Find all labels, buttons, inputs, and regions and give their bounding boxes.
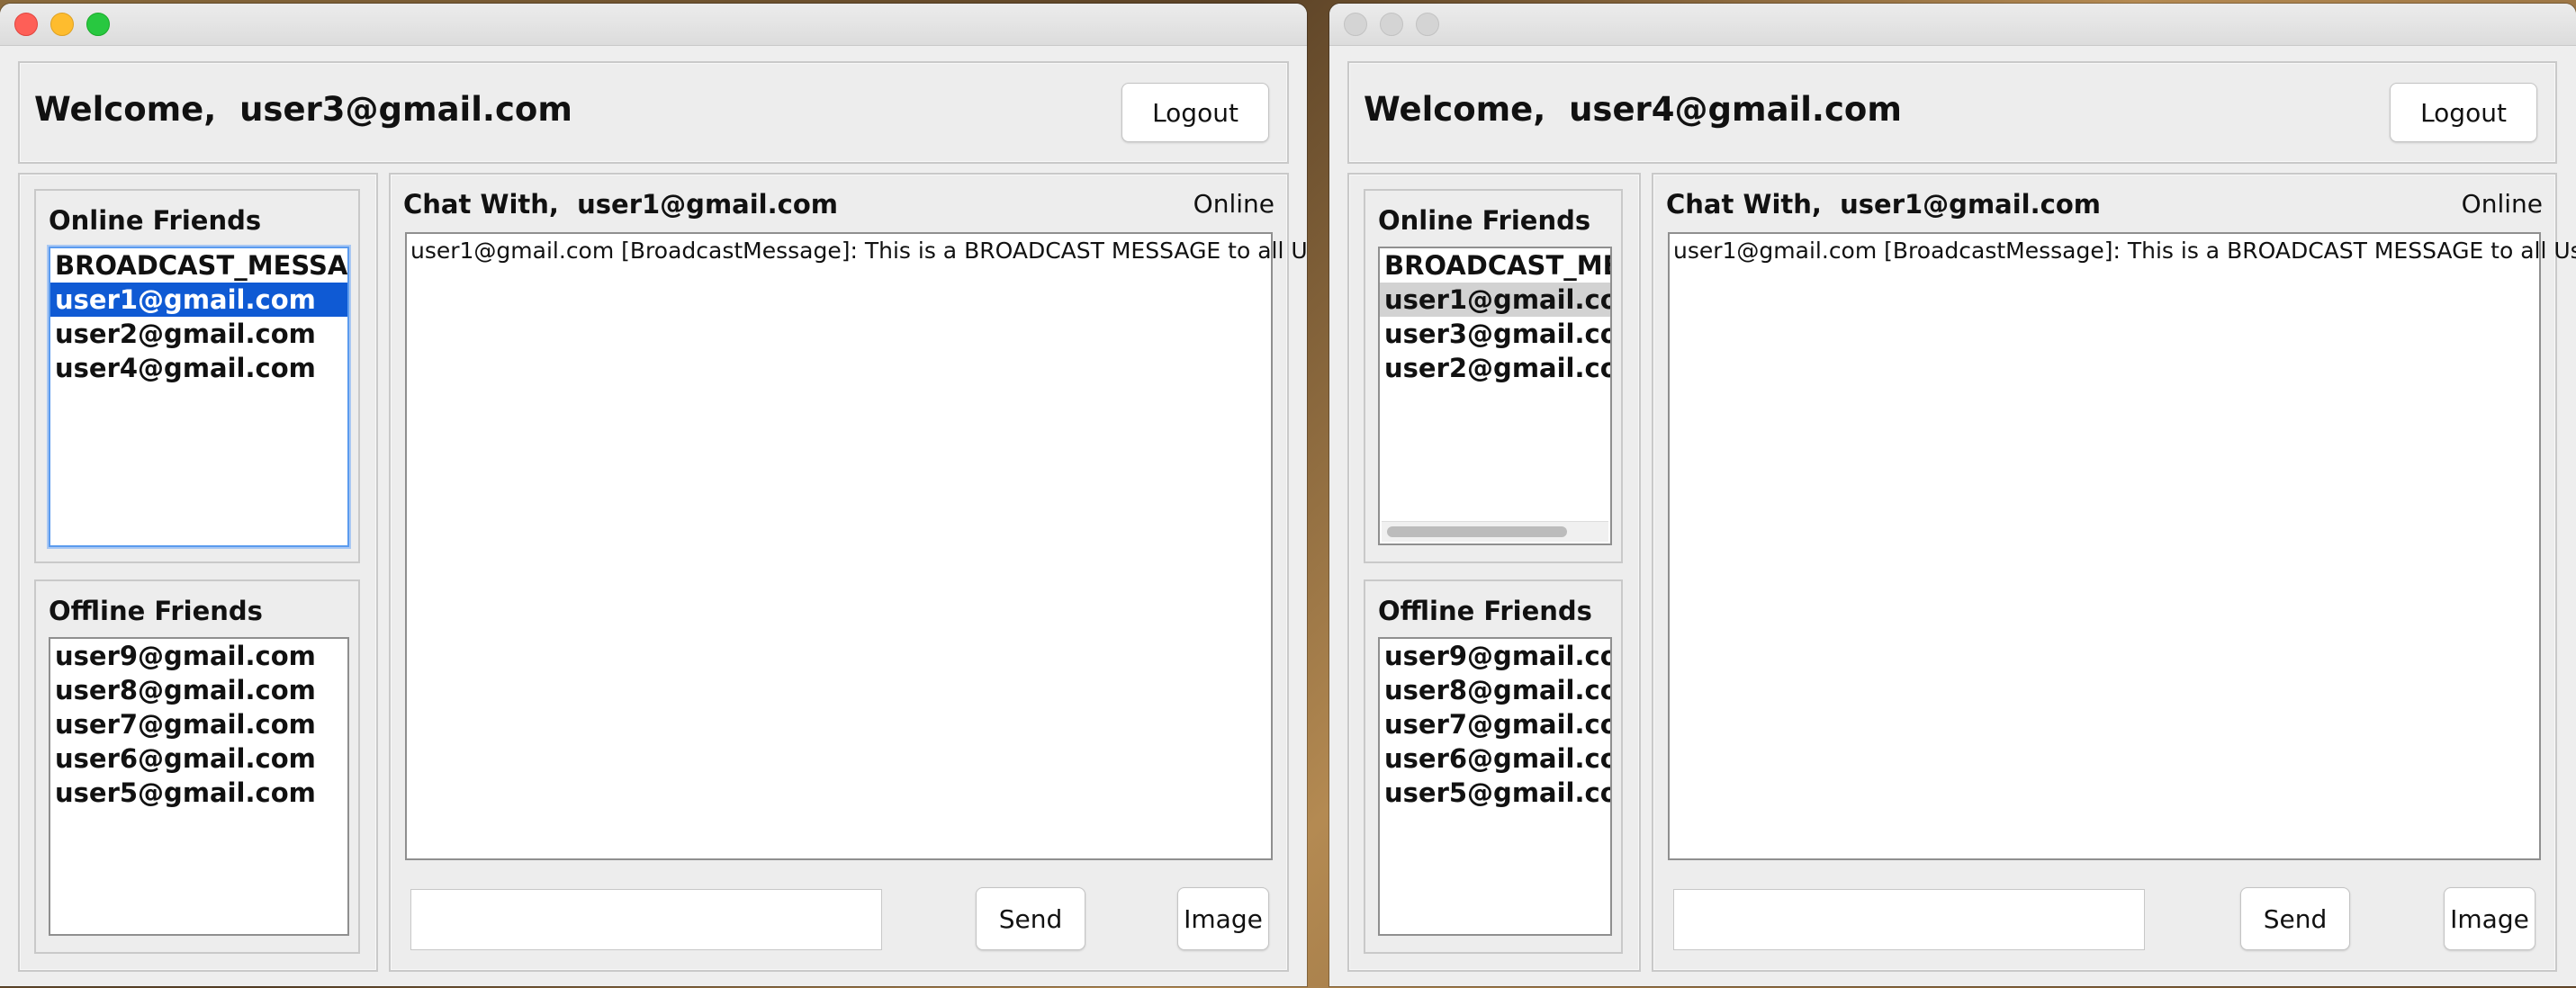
chat-window-user3: Welcome, user3@gmail.com Logout Online F… [0, 4, 1307, 986]
friends-panel: Online Friends BROADCAST_MESSAGE user1@g… [18, 173, 378, 972]
list-item[interactable]: user9@gmail.com [1380, 639, 1610, 673]
chat-header: Chat With, user1@gmail.com [403, 189, 838, 220]
close-window-icon[interactable] [14, 13, 38, 36]
chat-with-label: Chat With, [403, 189, 559, 220]
list-item[interactable]: user6@gmail.com [1380, 741, 1610, 776]
chat-panel: Chat With, user1@gmail.com Online user1@… [389, 173, 1307, 972]
current-user: user4@gmail.com [1569, 90, 1902, 129]
chat-with-label: Chat With, [1666, 189, 1822, 220]
list-item[interactable]: user5@gmail.com [1380, 776, 1610, 810]
horizontal-scrollbar[interactable] [1382, 521, 1608, 542]
chat-message: user1@gmail.com [BroadcastMessage]: This… [410, 238, 1307, 264]
list-item[interactable]: user2@gmail.com [1380, 351, 1610, 385]
minimize-window-icon[interactable] [1380, 13, 1403, 36]
welcome-text: Welcome, user3@gmail.com [34, 90, 572, 129]
offline-friends-group: Offline Friends user9@gmail.com user8@gm… [1364, 579, 1623, 954]
list-item[interactable]: user2@gmail.com [50, 317, 347, 351]
message-input[interactable] [410, 889, 882, 950]
scrollbar-thumb[interactable] [1387, 526, 1567, 537]
list-item[interactable]: BROADCAST_MESSAGE [50, 248, 347, 283]
welcome-text: Welcome, user4@gmail.com [1364, 90, 1902, 129]
offline-friends-list[interactable]: user9@gmail.com user8@gmail.com user7@gm… [49, 637, 349, 936]
logout-button[interactable]: Logout [2390, 83, 2537, 142]
list-item[interactable]: user9@gmail.com [50, 639, 347, 673]
welcome-label: Welcome, [34, 90, 217, 129]
close-window-icon[interactable] [1344, 13, 1367, 36]
list-item[interactable]: user8@gmail.com [50, 673, 347, 707]
header-panel: Welcome, user4@gmail.com Logout [1347, 61, 2557, 164]
chat-message: user1@gmail.com [BroadcastMessage]: This… [1673, 238, 2576, 264]
send-button[interactable]: Send [2240, 887, 2350, 950]
image-button[interactable]: Image [1177, 887, 1269, 950]
chat-partner: user1@gmail.com [577, 189, 838, 220]
list-item[interactable]: user6@gmail.com [50, 741, 347, 776]
list-item-selected[interactable]: user1@gmail.com [50, 283, 347, 317]
online-friends-list[interactable]: BROADCAST_MESSAGE user1@gmail.com user3@… [1378, 247, 1612, 545]
zoom-window-icon[interactable] [86, 13, 110, 36]
zoom-window-icon[interactable] [1416, 13, 1439, 36]
friends-panel: Online Friends BROADCAST_MESSAGE user1@g… [1347, 173, 1641, 972]
list-item[interactable]: user7@gmail.com [1380, 707, 1610, 741]
send-button[interactable]: Send [976, 887, 1085, 950]
minimize-window-icon[interactable] [50, 13, 74, 36]
chat-header: Chat With, user1@gmail.com [1666, 189, 2101, 220]
chat-partner: user1@gmail.com [1840, 189, 2101, 220]
chat-history[interactable]: user1@gmail.com [BroadcastMessage]: This… [1668, 232, 2576, 860]
list-item-selected[interactable]: user1@gmail.com [1380, 283, 1610, 317]
online-friends-group: Online Friends BROADCAST_MESSAGE user1@g… [34, 189, 360, 563]
chat-panel: Chat With, user1@gmail.com Online user1@… [1652, 173, 2576, 972]
image-button[interactable]: Image [2444, 887, 2535, 950]
list-item[interactable]: user5@gmail.com [50, 776, 347, 810]
offline-friends-group: Offline Friends user9@gmail.com user8@gm… [34, 579, 360, 954]
chat-status: Online [1193, 189, 1274, 219]
message-input[interactable] [1673, 889, 2145, 950]
online-friends-title: Online Friends [1378, 205, 1591, 236]
logout-button[interactable]: Logout [1121, 83, 1269, 142]
header-panel: Welcome, user3@gmail.com Logout [18, 61, 1289, 164]
offline-friends-title: Offline Friends [49, 596, 263, 626]
chat-status: Online [2461, 189, 2543, 219]
offline-friends-list[interactable]: user9@gmail.com user8@gmail.com user7@gm… [1378, 637, 1612, 936]
list-item[interactable]: BROADCAST_MESSAGE [1380, 248, 1610, 283]
title-bar[interactable] [0, 4, 1307, 46]
list-item[interactable]: user4@gmail.com [50, 351, 347, 385]
online-friends-title: Online Friends [49, 205, 262, 236]
offline-friends-title: Offline Friends [1378, 596, 1592, 626]
list-item[interactable]: user7@gmail.com [50, 707, 347, 741]
chat-window-user4: Welcome, user4@gmail.com Logout Online F… [1329, 4, 2576, 986]
online-friends-group: Online Friends BROADCAST_MESSAGE user1@g… [1364, 189, 1623, 563]
title-bar[interactable] [1329, 4, 2576, 46]
current-user: user3@gmail.com [239, 90, 572, 129]
welcome-label: Welcome, [1364, 90, 1546, 129]
list-item[interactable]: user3@gmail.com [1380, 317, 1610, 351]
list-item[interactable]: user8@gmail.com [1380, 673, 1610, 707]
online-friends-list[interactable]: BROADCAST_MESSAGE user1@gmail.com user2@… [49, 247, 349, 547]
chat-history[interactable]: user1@gmail.com [BroadcastMessage]: This… [405, 232, 1307, 860]
